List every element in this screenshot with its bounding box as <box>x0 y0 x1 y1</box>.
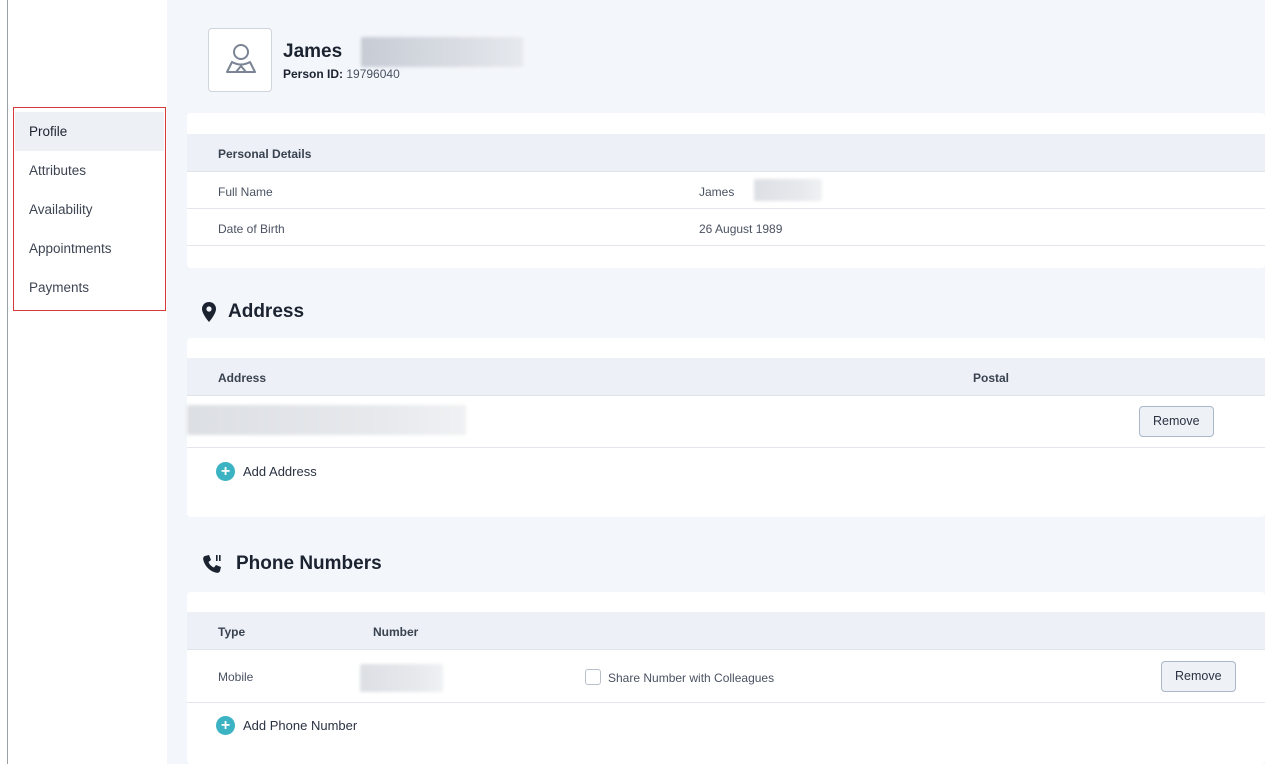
avatar <box>208 28 272 92</box>
number-column-header: Number <box>373 625 419 639</box>
full-name-value: James <box>699 185 735 199</box>
add-address-button[interactable]: + Add Address <box>216 462 317 481</box>
phone-table-header: Type Number <box>187 612 1265 650</box>
person-first-name: James <box>283 41 343 62</box>
phone-icon <box>203 555 221 573</box>
redacted-surname <box>754 179 822 201</box>
person-id: Person ID: 19796040 <box>283 67 400 81</box>
plus-circle-icon: + <box>216 716 235 735</box>
table-row: Mobile Share Number with Colleagues Remo… <box>187 650 1265 703</box>
side-menu: Profile Attributes Availability Appointm… <box>15 112 164 307</box>
share-number-checkbox[interactable] <box>585 669 601 685</box>
address-table-header: Address Postal <box>187 358 1265 396</box>
sidebar-item-appointments[interactable]: Appointments <box>15 229 164 268</box>
share-number-label: Share Number with Colleagues <box>608 671 775 685</box>
person-id-label: Person ID: <box>283 67 344 81</box>
table-row: Date of Birth 26 August 1989 <box>187 209 1265 246</box>
redacted-address <box>187 405 466 435</box>
table-row: Full Name James <box>187 172 1265 209</box>
phone-section-title: Phone Numbers <box>202 553 382 575</box>
full-name-label: Full Name <box>218 185 273 199</box>
main-content: James Person ID: 19796040 Personal Detai… <box>167 0 1265 764</box>
phone-title: Phone Numbers <box>236 553 382 574</box>
add-address-label: Add Address <box>243 464 317 479</box>
add-phone-number-button[interactable]: + Add Phone Number <box>216 716 357 735</box>
sidebar-item-payments[interactable]: Payments <box>15 268 164 307</box>
sidebar-item-profile[interactable]: Profile <box>15 112 164 151</box>
remove-address-button[interactable]: Remove <box>1139 406 1214 437</box>
user-avatar-icon <box>226 44 256 73</box>
sidebar-item-attributes[interactable]: Attributes <box>15 151 164 190</box>
redacted-phone-number <box>360 664 443 692</box>
phone-type-value: Mobile <box>218 670 254 684</box>
address-section-title: Address <box>202 301 304 323</box>
address-title: Address <box>228 301 305 322</box>
address-column-header: Address <box>218 371 267 385</box>
postal-column-header: Postal <box>973 371 1010 385</box>
sidebar-item-availability[interactable]: Availability <box>15 190 164 229</box>
redacted-last-name <box>361 37 523 67</box>
map-pin-icon <box>202 302 216 322</box>
remove-phone-button[interactable]: Remove <box>1161 661 1236 692</box>
personal-details-header: Personal Details <box>187 134 1265 172</box>
type-column-header: Type <box>218 625 246 639</box>
personal-details-heading: Personal Details <box>218 147 312 161</box>
dob-value: 26 August 1989 <box>699 222 783 236</box>
person-id-value: 19796040 <box>346 67 400 81</box>
add-phone-number-label: Add Phone Number <box>243 718 358 733</box>
table-row: Remove <box>187 396 1265 448</box>
plus-circle-icon: + <box>216 462 235 481</box>
dob-label: Date of Birth <box>218 222 285 236</box>
